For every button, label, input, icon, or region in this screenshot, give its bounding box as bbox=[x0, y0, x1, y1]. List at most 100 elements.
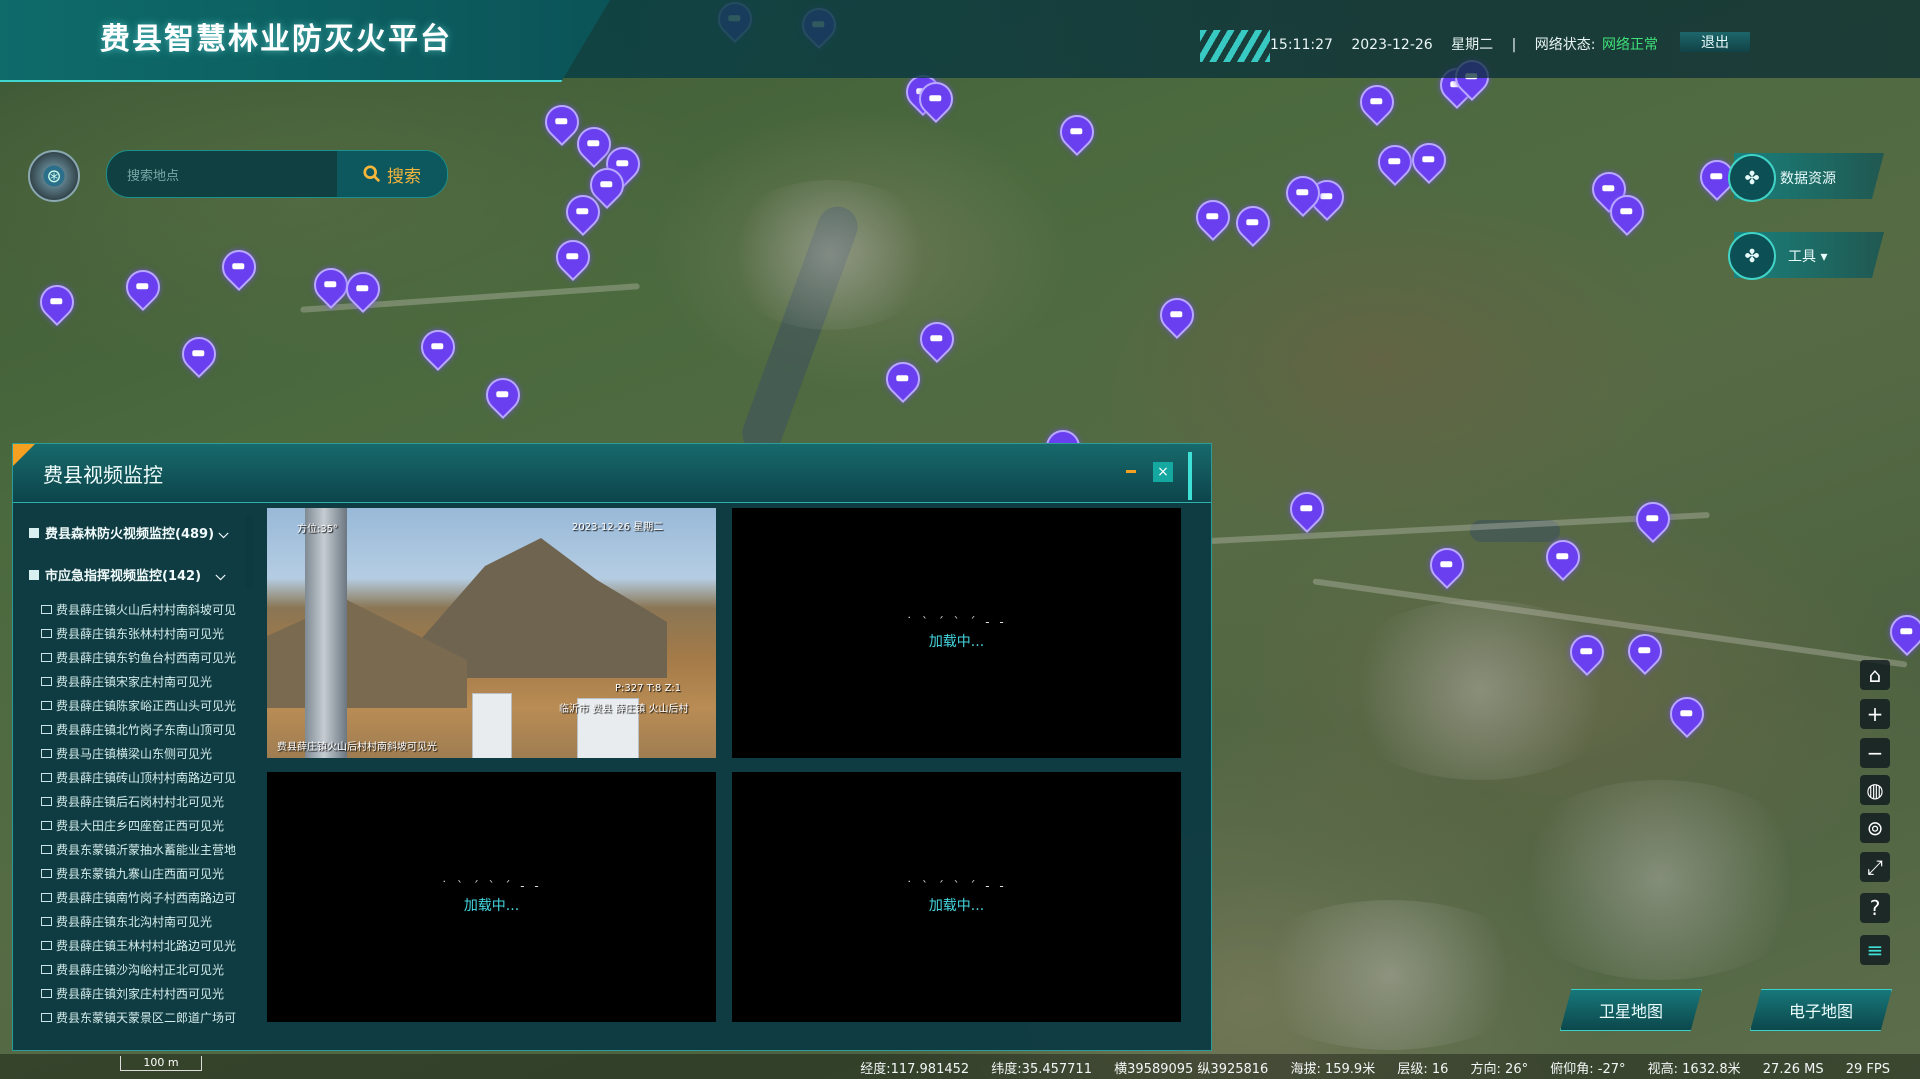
camera-list-item[interactable]: 费县薛庄镇陈家峪正西山头可见光 bbox=[21, 694, 251, 718]
camera-icon bbox=[41, 821, 52, 830]
camera-list-item[interactable]: 费县薛庄镇刘家庄村村西可见光 bbox=[21, 982, 251, 1006]
globe-icon[interactable]: ◍ bbox=[1860, 775, 1890, 805]
camera-list-item[interactable]: 费县薛庄镇东张林村村南可见光 bbox=[21, 622, 251, 646]
tools-label-text: 工具 bbox=[1788, 249, 1816, 265]
camera-name: 费县薛庄镇火山后村村南斜坡可见 bbox=[56, 603, 237, 617]
camera-name: 费县薛庄镇沙沟峪村正北可见光 bbox=[56, 963, 225, 977]
close-button[interactable]: × bbox=[1153, 462, 1173, 482]
network-status: 网络正常 bbox=[1601, 37, 1658, 53]
search-button-label: 搜索 bbox=[387, 166, 421, 187]
camera-name: 费县薛庄镇东北沟村南可见光 bbox=[56, 915, 213, 929]
search-button[interactable]: 搜索 bbox=[337, 151, 447, 197]
village bbox=[720, 180, 940, 330]
camera-icon bbox=[41, 749, 52, 758]
camera-name: 费县马庄镇横梁山东侧可见光 bbox=[56, 747, 213, 761]
frame-time: 27.26 MS bbox=[1762, 1062, 1824, 1077]
camera-list-item[interactable]: 费县马庄镇横梁山东侧可见光 bbox=[21, 742, 251, 766]
camera-name: 费县薛庄镇王林村村北路边可见光 bbox=[56, 939, 237, 953]
loading-spinner: ˙ ˋ ˊ ˋ ˊ - - bbox=[906, 615, 1007, 629]
chevron-down-icon: ▾ bbox=[1820, 249, 1828, 265]
camera-list-item[interactable]: 费县东蒙镇沂蒙抽水蓄能业主营地 bbox=[21, 838, 251, 862]
chevron-down-icon: ⌵ bbox=[215, 569, 226, 584]
page-title: 费县智慧林业防灭火平台 bbox=[100, 22, 452, 57]
pitch: 俯仰角: -27° bbox=[1550, 1062, 1626, 1077]
tower-pole bbox=[305, 508, 347, 758]
network-label: 网络状态: bbox=[1534, 37, 1596, 53]
camera-icon bbox=[41, 677, 52, 686]
video-cell-2[interactable]: ˙ ˋ ˊ ˋ ˊ - - 加载中... bbox=[732, 508, 1181, 758]
camera-icon bbox=[41, 845, 52, 854]
camera-list-item[interactable]: 费县薛庄镇北竹岗子东南山顶可见 bbox=[21, 718, 251, 742]
tree-group-label: 费县森林防火视频监控(489) bbox=[45, 527, 215, 542]
exit-button[interactable]: 退出 bbox=[1680, 32, 1750, 52]
video-cell-1[interactable]: 方位:35° 2023-12-26 星期二 P:327 T:8 Z:1 临沂市 … bbox=[267, 508, 716, 758]
vr-icon[interactable]: ⊚ bbox=[1860, 813, 1890, 843]
antenna bbox=[472, 693, 512, 758]
camera-icon bbox=[41, 917, 52, 926]
camera-icon bbox=[41, 605, 52, 614]
village bbox=[1240, 900, 1540, 1050]
help-icon[interactable]: ? bbox=[1860, 893, 1890, 923]
panel-header[interactable]: 费县视频监控 × bbox=[13, 444, 1211, 503]
corner-decoration bbox=[13, 444, 35, 466]
header-status: 15:11:27 2023-12-26 星期二 | 网络状态: 网络正常 bbox=[1270, 34, 1672, 54]
grid-icon bbox=[29, 528, 39, 538]
fullscreen-icon[interactable]: ⤢ bbox=[1860, 852, 1890, 882]
loading-text: 加载中... bbox=[928, 898, 985, 914]
camera-icon bbox=[41, 989, 52, 998]
camera-list-item[interactable]: 费县薛庄镇南竹岗子村西南路边可 bbox=[21, 886, 251, 910]
view-height: 视高: 1632.8米 bbox=[1647, 1062, 1741, 1077]
satellite-map-button[interactable]: 卫星地图 bbox=[1560, 989, 1702, 1031]
camera-list-item[interactable]: 费县薛庄镇东北沟村南可见光 bbox=[21, 910, 251, 934]
camera-list-item[interactable]: 费县东蒙镇天蒙景区二郎道广场可 bbox=[21, 1006, 251, 1030]
feed-ptz: P:327 T:8 Z:1 bbox=[615, 683, 682, 694]
camera-list-item[interactable]: 费县薛庄镇东钓鱼台村西南可见光 bbox=[21, 646, 251, 670]
layers-icon[interactable]: ≡ bbox=[1860, 935, 1890, 965]
camera-icon bbox=[41, 965, 52, 974]
camera-icon bbox=[41, 869, 52, 878]
video-cell-3[interactable]: ˙ ˋ ˊ ˋ ˊ - - 加载中... bbox=[267, 772, 716, 1022]
loading-indicator: ˙ ˋ ˊ ˋ ˊ - - 加载中... bbox=[732, 772, 1181, 1022]
clock-weekday: 星期二 bbox=[1451, 37, 1494, 53]
zoom-in-icon[interactable]: + bbox=[1860, 699, 1890, 729]
header-accent bbox=[1188, 452, 1192, 500]
camera-list-item[interactable]: 费县东蒙镇九寨山庄西面可见光 bbox=[21, 862, 251, 886]
minimize-button[interactable] bbox=[1126, 470, 1136, 473]
data-resources-icon[interactable]: ✤ bbox=[1728, 154, 1776, 202]
projection-coords: 横39589095 纵3925816 bbox=[1114, 1062, 1269, 1077]
data-resources-label: 数据资源 bbox=[1780, 171, 1836, 187]
compass-icon[interactable]: ⊛ bbox=[28, 150, 80, 202]
loading-spinner: ˙ ˋ ˊ ˋ ˊ - - bbox=[906, 879, 1007, 893]
camera-list-item[interactable]: 费县薛庄镇宋家庄村南可见光 bbox=[21, 670, 251, 694]
camera-list-item[interactable]: 费县薛庄镇砖山顶村村南路边可见 bbox=[21, 766, 251, 790]
zoom-out-icon[interactable]: − bbox=[1860, 738, 1890, 768]
camera-list-item[interactable]: 费县薛庄镇沙沟峪村正北可见光 bbox=[21, 958, 251, 982]
camera-name: 费县薛庄镇北竹岗子东南山顶可见 bbox=[56, 723, 237, 737]
camera-list-item[interactable]: 费县大田庄乡四座窑正西可见光 bbox=[21, 814, 251, 838]
camera-tree: 费县森林防火视频监控(489) ⌵ 市应急指挥视频监控(142) ⌵ 费县薛庄镇… bbox=[21, 514, 251, 1044]
video-cell-4[interactable]: ˙ ˋ ˊ ˋ ˊ - - 加载中... bbox=[732, 772, 1181, 1022]
feed-timestamp: 2023-12-26 星期二 bbox=[572, 522, 664, 533]
tools-icon[interactable]: ✤ bbox=[1728, 232, 1776, 280]
home-icon[interactable]: ⌂ bbox=[1860, 660, 1890, 690]
coordinate-readout: 经度:117.981452 纬度:35.457711 横39589095 纵39… bbox=[842, 1058, 1890, 1077]
video-monitor-panel: 费县视频监控 × 费县森林防火视频监控(489) ⌵ 市应急指挥视频监控(142… bbox=[12, 443, 1212, 1051]
grid-icon bbox=[29, 570, 39, 580]
tools-label: 工具 ▾ bbox=[1788, 246, 1827, 266]
camera-icon bbox=[41, 629, 52, 638]
camera-list-item[interactable]: 费县薛庄镇后石岗村村北可见光 bbox=[21, 790, 251, 814]
camera-list-item[interactable]: 费县薛庄镇火山后村村南斜坡可见 bbox=[21, 598, 251, 622]
feed-angle: 方位:35° bbox=[297, 524, 339, 535]
camera-name: 费县薛庄镇陈家峪正西山头可见光 bbox=[56, 699, 237, 713]
tree-group[interactable]: 市应急指挥视频监控(142) ⌵ bbox=[21, 556, 251, 598]
camera-name: 费县薛庄镇东钓鱼台村西南可见光 bbox=[56, 651, 237, 665]
tree-scrollbar[interactable] bbox=[245, 514, 253, 589]
latitude: 纬度:35.457711 bbox=[991, 1062, 1092, 1077]
camera-name: 费县薛庄镇南竹岗子村西南路边可 bbox=[56, 891, 237, 905]
loading-text: 加载中... bbox=[463, 898, 520, 914]
tree-group-label: 市应急指挥视频监控(142) bbox=[45, 569, 202, 584]
electronic-map-button[interactable]: 电子地图 bbox=[1750, 989, 1892, 1031]
camera-list-item[interactable]: 费县薛庄镇王林村村北路边可见光 bbox=[21, 934, 251, 958]
tree-group[interactable]: 费县森林防火视频监控(489) ⌵ bbox=[21, 514, 251, 556]
header-separator: | bbox=[1511, 37, 1517, 53]
